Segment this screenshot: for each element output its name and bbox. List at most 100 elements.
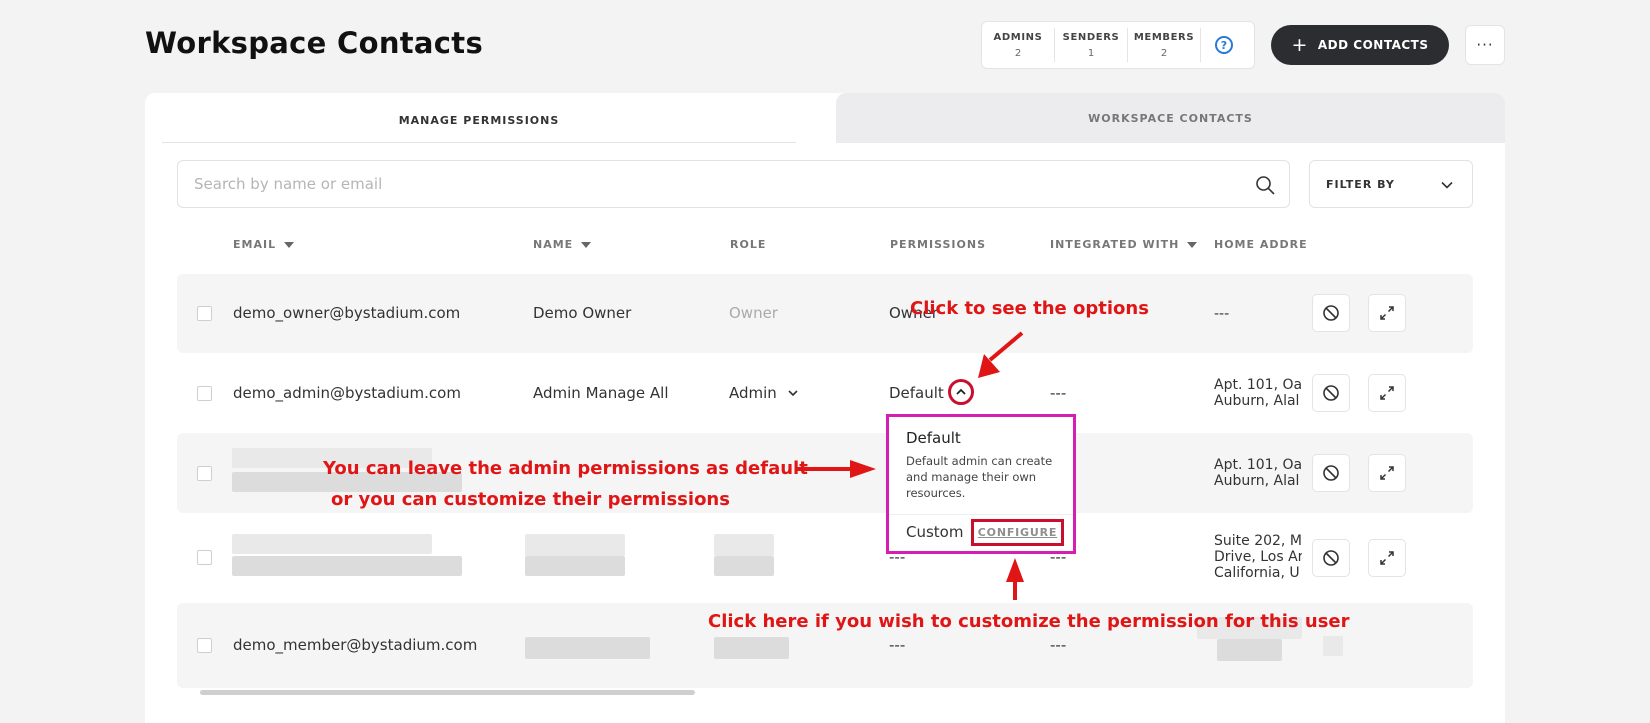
horizontal-scrollbar[interactable]: [200, 690, 695, 695]
home-address-cell: Suite 202, M Drive, Los Ar California, U: [1214, 533, 1302, 581]
stat-value: 2: [1160, 48, 1168, 59]
address-line: Auburn, Alal: [1214, 393, 1300, 409]
column-label: PERMISSIONS: [890, 238, 987, 251]
filter-dropdown[interactable]: FILTER BY: [1309, 160, 1473, 208]
column-header-home-address: HOME ADDRE: [1214, 238, 1308, 251]
more-options-button[interactable]: ···: [1465, 25, 1505, 65]
home-address-cell: Apt. 101, Oak Auburn, Alal: [1214, 457, 1302, 489]
filter-label: FILTER BY: [1326, 177, 1395, 191]
row-checkbox[interactable]: [197, 550, 212, 565]
chevron-up-icon: [956, 388, 966, 395]
plus-icon: +: [1291, 34, 1308, 56]
annotation-customize: or you can customize their permissions: [331, 489, 730, 510]
search-input[interactable]: [194, 175, 1194, 193]
column-label: EMAIL: [233, 238, 277, 251]
chevron-down-icon: [788, 390, 798, 397]
email-cell: demo_admin@bystadium.com: [233, 384, 461, 402]
role-cell: Owner: [729, 304, 778, 322]
redacted-role: [714, 534, 774, 556]
tab-workspace-contacts[interactable]: WORKSPACE CONTACTS: [836, 93, 1505, 143]
row-checkbox[interactable]: [197, 638, 212, 653]
table-row: --- --- Suite 202, M Drive, Los Ar Calif…: [177, 513, 1473, 603]
option-custom[interactable]: Custom: [906, 523, 963, 541]
redacted-address: [1217, 639, 1282, 661]
block-icon: [1323, 385, 1339, 401]
configure-link[interactable]: CONFIGURE: [971, 519, 1064, 546]
integrated-cell: ---: [1050, 636, 1067, 654]
block-button[interactable]: [1312, 374, 1350, 412]
address-line: Apt. 101, Oak: [1214, 377, 1302, 393]
address-line: ---: [1214, 306, 1230, 322]
expand-button[interactable]: [1368, 454, 1406, 492]
expand-button[interactable]: [1368, 539, 1406, 577]
search-icon[interactable]: [1255, 175, 1275, 195]
annotation-click-options: Click to see the options: [910, 298, 1149, 319]
column-header-email[interactable]: EMAIL: [233, 238, 295, 251]
expand-icon: [1380, 306, 1394, 320]
expand-icon: [1380, 551, 1394, 565]
redacted-email: [232, 534, 432, 554]
divider: [889, 514, 1073, 515]
redacted-name: [525, 637, 650, 659]
column-header-permissions: PERMISSIONS: [890, 238, 986, 251]
redacted-action: [1323, 636, 1343, 656]
home-address-cell: Apt. 101, Oak Auburn, Alal: [1214, 377, 1302, 409]
permissions-toggle-button[interactable]: [948, 379, 974, 405]
page-title: Workspace Contacts: [145, 26, 484, 60]
role-dropdown[interactable]: Admin: [729, 384, 799, 402]
permissions-cell: Default: [889, 384, 944, 402]
sort-caret-icon: [581, 241, 592, 248]
column-label: HOME ADDRE: [1214, 238, 1308, 251]
stat-label: SENDERS: [1062, 32, 1120, 43]
address-line: Apt. 101, Oak: [1214, 457, 1302, 473]
block-button[interactable]: [1312, 294, 1350, 332]
address-line: California, U: [1214, 565, 1300, 581]
redacted-name: [525, 534, 625, 556]
block-icon: [1323, 550, 1339, 566]
permissions-cell: ---: [889, 636, 906, 654]
role-label: Admin: [729, 384, 777, 402]
address-line: Auburn, Alal: [1214, 473, 1300, 489]
expand-icon: [1380, 386, 1394, 400]
home-address-cell: ---: [1214, 306, 1302, 322]
column-header-role: ROLE: [730, 238, 766, 251]
stat-label: ADMINS: [993, 32, 1043, 43]
block-button[interactable]: [1312, 454, 1350, 492]
stat-members: MEMBERS 2: [1128, 28, 1201, 62]
redacted-role: [714, 556, 774, 576]
add-contacts-label: ADD CONTACTS: [1317, 38, 1429, 52]
email-cell: demo_member@bystadium.com: [233, 636, 478, 654]
row-checkbox[interactable]: [197, 306, 212, 321]
expand-icon: [1380, 466, 1394, 480]
annotation-leave-default: You can leave the admin permissions as d…: [323, 458, 808, 479]
table-row: demo_owner@bystadium.com Demo Owner Owne…: [177, 274, 1473, 353]
block-icon: [1323, 465, 1339, 481]
block-button[interactable]: [1312, 539, 1350, 577]
tab-manage-permissions[interactable]: MANAGE PERMISSIONS: [162, 99, 796, 143]
column-header-integrated[interactable]: INTEGRATED WITH: [1050, 238, 1198, 251]
integrated-cell: ---: [1050, 384, 1067, 402]
role-stats: ADMINS 2 SENDERS 1 MEMBERS 2 ?: [981, 21, 1255, 69]
column-label: INTEGRATED WITH: [1050, 238, 1180, 251]
redacted-name: [525, 556, 625, 576]
stat-senders: SENDERS 1: [1055, 28, 1128, 62]
redacted-role: [714, 637, 789, 659]
email-cell: demo_owner@bystadium.com: [233, 304, 461, 322]
chevron-down-icon: [1441, 181, 1453, 189]
address-line: Drive, Los Ar: [1214, 549, 1302, 565]
annotation-click-here: Click here if you wish to customize the …: [708, 611, 1350, 632]
option-default-description: Default admin can create and manage thei…: [906, 454, 1053, 500]
expand-button[interactable]: [1368, 374, 1406, 412]
expand-button[interactable]: [1368, 294, 1406, 332]
row-checkbox[interactable]: [197, 386, 212, 401]
help-icon[interactable]: ?: [1215, 36, 1233, 54]
permissions-dropdown: Default Default admin can create and man…: [886, 414, 1076, 554]
option-default[interactable]: Default: [906, 429, 961, 447]
stat-label: MEMBERS: [1133, 32, 1195, 43]
stat-admins: ADMINS 2: [982, 28, 1055, 62]
add-contacts-button[interactable]: + ADD CONTACTS: [1271, 25, 1449, 65]
row-checkbox[interactable]: [197, 466, 212, 481]
address-line: Suite 202, M: [1214, 533, 1302, 549]
column-header-name[interactable]: NAME: [533, 238, 592, 251]
column-label: NAME: [533, 238, 574, 251]
